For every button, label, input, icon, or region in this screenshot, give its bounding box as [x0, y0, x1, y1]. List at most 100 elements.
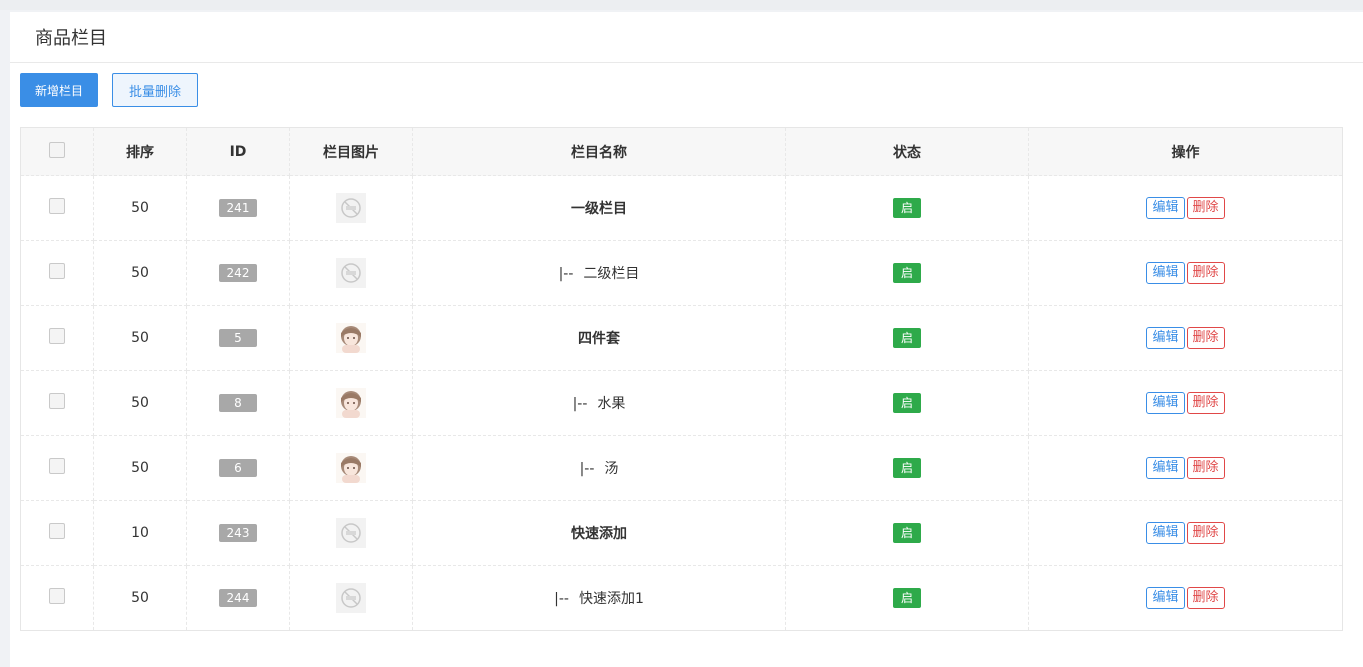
delete-button[interactable]: 删除	[1186, 457, 1225, 479]
status-badge[interactable]: 启	[892, 393, 921, 413]
id-badge: 6	[219, 459, 257, 477]
id-badge: 8	[219, 394, 257, 412]
edit-button[interactable]: 编辑	[1146, 262, 1185, 284]
sort-value: 50	[93, 175, 187, 241]
tree-prefix: |--	[579, 461, 595, 477]
id-cell: 242	[186, 240, 290, 306]
category-name: 四件套	[578, 331, 620, 347]
name-cell: 四件套	[412, 305, 786, 371]
category-name: 二级栏目	[583, 266, 640, 282]
column-header-status: 状态	[785, 127, 1029, 176]
page-title: 商品栏目	[10, 12, 1363, 63]
row-checkbox[interactable]	[49, 263, 65, 279]
table-row: 50 8 |-- 水果 启 编辑 删除	[20, 370, 1343, 436]
category-image[interactable]	[336, 453, 366, 483]
category-name: 汤	[604, 461, 619, 477]
table-row: 50 244 |-- 快速添加1 启 编辑 删除	[20, 565, 1343, 631]
name-cell: 快速添加	[412, 500, 786, 566]
id-badge: 5	[219, 329, 257, 347]
image-cell	[289, 435, 413, 501]
category-image[interactable]	[336, 258, 366, 288]
category-image[interactable]	[336, 193, 366, 223]
toolbar: 新增栏目 批量删除	[20, 73, 198, 107]
table-row: 10 243 快速添加 启 编辑 删除	[20, 500, 1343, 566]
image-cell	[289, 305, 413, 371]
table-row: 50 6 |-- 汤 启 编辑 删除	[20, 435, 1343, 501]
delete-button[interactable]: 删除	[1186, 392, 1225, 414]
row-checkbox[interactable]	[49, 198, 65, 214]
row-checkbox[interactable]	[49, 393, 65, 409]
category-image[interactable]	[336, 388, 366, 418]
actions-cell: 编辑 删除	[1028, 240, 1343, 306]
delete-button[interactable]: 删除	[1186, 327, 1225, 349]
add-category-button[interactable]: 新增栏目	[20, 73, 98, 107]
sort-value: 50	[93, 435, 187, 501]
delete-button[interactable]: 删除	[1186, 262, 1225, 284]
sort-value: 50	[93, 305, 187, 371]
edit-button[interactable]: 编辑	[1146, 197, 1185, 219]
name-cell: 一级栏目	[412, 175, 786, 241]
column-header-id[interactable]: ID	[186, 127, 290, 176]
row-select-cell	[20, 175, 94, 241]
column-header-sort[interactable]: 排序	[93, 127, 187, 176]
column-header-name: 栏目名称	[412, 127, 786, 176]
id-cell: 241	[186, 175, 290, 241]
category-panel: 商品栏目 新增栏目 批量删除 排序 ID 栏目图片 栏目名称 状态 操作 50 …	[10, 12, 1363, 667]
select-all-checkbox[interactable]	[49, 141, 65, 158]
category-image[interactable]	[336, 518, 366, 548]
row-checkbox[interactable]	[49, 588, 65, 604]
tree-prefix: |--	[572, 396, 588, 412]
id-cell: 8	[186, 370, 290, 436]
category-image[interactable]	[336, 323, 366, 353]
edit-button[interactable]: 编辑	[1146, 327, 1185, 349]
row-checkbox[interactable]	[49, 328, 65, 344]
id-badge: 243	[219, 524, 257, 542]
row-checkbox[interactable]	[49, 458, 65, 474]
row-select-cell	[20, 305, 94, 371]
category-table: 排序 ID 栏目图片 栏目名称 状态 操作 50 241 一级栏目 启 编辑 删除	[20, 127, 1343, 631]
status-badge[interactable]: 启	[892, 198, 921, 218]
status-badge[interactable]: 启	[892, 328, 921, 348]
select-all-cell	[20, 127, 94, 176]
delete-button[interactable]: 删除	[1186, 587, 1225, 609]
status-badge[interactable]: 启	[892, 263, 921, 283]
batch-delete-button[interactable]: 批量删除	[112, 73, 198, 107]
status-cell: 启	[785, 565, 1029, 631]
category-image[interactable]	[336, 583, 366, 613]
edit-button[interactable]: 编辑	[1146, 522, 1185, 544]
delete-button[interactable]: 删除	[1186, 197, 1225, 219]
delete-button[interactable]: 删除	[1186, 522, 1225, 544]
status-cell: 启	[785, 435, 1029, 501]
image-cell	[289, 500, 413, 566]
table-row: 50 5 四件套 启 编辑 删除	[20, 305, 1343, 371]
table-row: 50 241 一级栏目 启 编辑 删除	[20, 175, 1343, 241]
table-row: 50 242 |-- 二级栏目 启 编辑 删除	[20, 240, 1343, 306]
image-cell	[289, 370, 413, 436]
status-cell: 启	[785, 370, 1029, 436]
id-cell: 243	[186, 500, 290, 566]
row-select-cell	[20, 370, 94, 436]
row-select-cell	[20, 565, 94, 631]
id-badge: 242	[219, 264, 257, 282]
status-badge[interactable]: 启	[892, 523, 921, 543]
status-cell: 启	[785, 240, 1029, 306]
sort-value: 50	[93, 240, 187, 306]
column-header-image: 栏目图片	[289, 127, 413, 176]
table-header-row: 排序 ID 栏目图片 栏目名称 状态 操作	[20, 127, 1343, 176]
status-badge[interactable]: 启	[892, 588, 921, 608]
row-select-cell	[20, 435, 94, 501]
name-cell: |-- 二级栏目	[412, 240, 786, 306]
actions-cell: 编辑 删除	[1028, 500, 1343, 566]
tree-prefix: |--	[554, 591, 569, 607]
status-cell: 启	[785, 305, 1029, 371]
edit-button[interactable]: 编辑	[1146, 457, 1185, 479]
top-strip	[0, 0, 1363, 10]
edit-button[interactable]: 编辑	[1146, 587, 1185, 609]
edit-button[interactable]: 编辑	[1146, 392, 1185, 414]
status-cell: 启	[785, 500, 1029, 566]
row-checkbox[interactable]	[49, 523, 65, 539]
name-cell: |-- 汤	[412, 435, 786, 501]
name-cell: |-- 快速添加1	[412, 565, 786, 631]
status-badge[interactable]: 启	[892, 458, 921, 478]
name-cell: |-- 水果	[412, 370, 786, 436]
